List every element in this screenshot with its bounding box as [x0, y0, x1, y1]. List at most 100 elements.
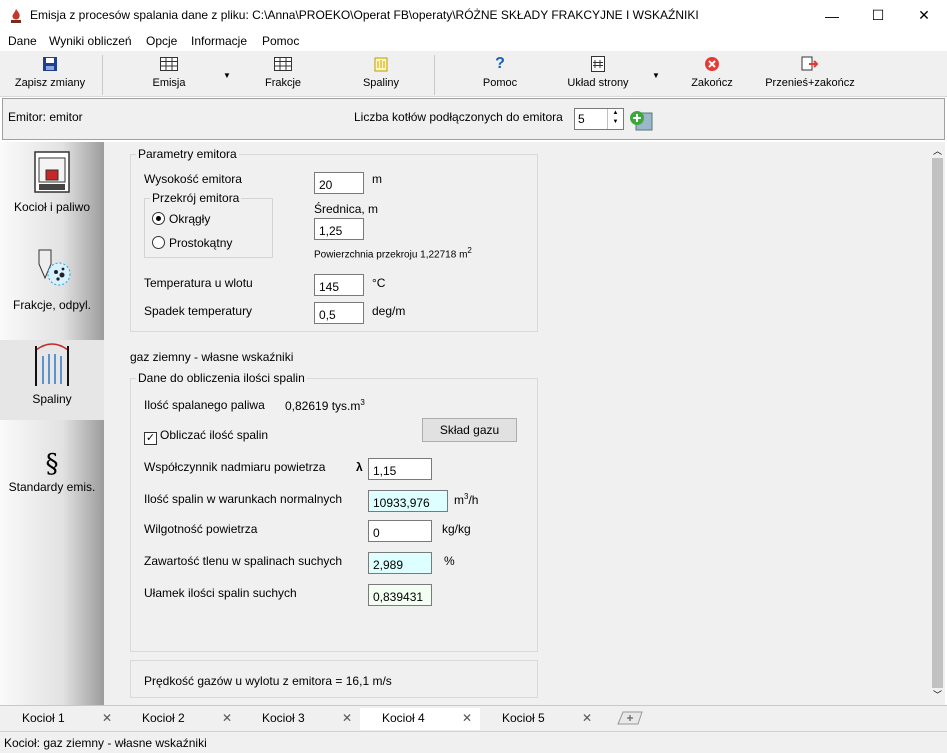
menu-pomoc[interactable]: Pomoc: [262, 34, 299, 48]
page-layout-button[interactable]: Układ strony: [560, 55, 636, 95]
round-radio[interactable]: [152, 212, 165, 225]
tab-boiler-3[interactable]: Kocioł 3 ✕: [240, 708, 360, 730]
frakcje-button[interactable]: Frakcje: [252, 55, 314, 95]
exit-button[interactable]: Zakończ: [684, 55, 740, 95]
height-label: Wysokość emitora: [144, 172, 242, 186]
menu-informacje[interactable]: Informacje: [191, 34, 247, 48]
tab-close-icon[interactable]: ✕: [342, 711, 352, 725]
tab-boiler-4[interactable]: Kocioł 4 ✕: [360, 708, 480, 730]
nav-exhaust[interactable]: Spaliny: [0, 340, 104, 420]
status-text: Kocioł: gaz ziemny - własne wskaźniki: [4, 736, 207, 750]
question-icon: ?: [495, 55, 505, 72]
menu-dane[interactable]: Dane: [8, 34, 37, 48]
compute-exhaust-checkbox[interactable]: ✓: [144, 432, 157, 445]
menu-wyniki[interactable]: Wyniki obliczeń: [49, 34, 132, 48]
humidity-input[interactable]: [368, 520, 432, 542]
menu-bar: Dane Wyniki obliczeń Opcje Informacje Po…: [0, 31, 947, 51]
move-and-exit-label: Przenieś+zakończ: [765, 77, 855, 89]
excess-air-input[interactable]: [368, 458, 432, 480]
boilers-count-label: Liczba kotłów podłączonych do emitora: [354, 110, 563, 124]
maximize-icon: ☐: [871, 7, 885, 23]
nav-label: Standardy emis.: [8, 480, 96, 494]
layout-dropdown-icon[interactable]: ▼: [652, 71, 660, 80]
temp-drop-input[interactable]: [314, 302, 364, 324]
temp-drop-label: Spadek temperatury: [144, 304, 253, 318]
floppy-icon: [43, 57, 57, 71]
fuel-amount-value: 0,82619 tys.m3: [285, 398, 365, 413]
area-text: Powierzchnia przekroju 1,22718 m2: [314, 246, 472, 260]
nav-label: Frakcje, odpyl.: [12, 298, 92, 312]
exhaust-data-legend: Dane do obliczenia ilości spalin: [136, 371, 307, 385]
maximize-button[interactable]: ☐: [855, 0, 901, 31]
inlet-temp-unit: °C: [372, 276, 386, 290]
emisja-dropdown-icon[interactable]: ▼: [223, 71, 231, 80]
add-tab-icon[interactable]: [614, 711, 644, 725]
oxygen-output: [368, 552, 432, 574]
diameter-input[interactable]: [314, 218, 364, 240]
menu-opcje[interactable]: Opcje: [146, 34, 177, 48]
inlet-temp-input[interactable]: [314, 274, 364, 296]
tab-boiler-1[interactable]: Kocioł 1 ✕: [0, 708, 120, 730]
gas-composition-button[interactable]: Skład gazu: [422, 418, 517, 442]
boiler-tab-bar: Kocioł 1 ✕ Kocioł 2 ✕ Kocioł 3 ✕ Kocioł …: [0, 705, 947, 731]
rect-option[interactable]: Prostokątny: [152, 236, 232, 250]
nav-label: Kocioł i paliwo: [13, 200, 91, 214]
height-unit: m: [372, 172, 382, 186]
help-button[interactable]: ? Pomoc: [470, 55, 530, 95]
height-input[interactable]: [314, 172, 364, 194]
exit-label: Zakończ: [691, 77, 733, 89]
toolbar-separator: [434, 55, 435, 95]
oxygen-unit: %: [444, 554, 455, 568]
emitor-params-legend: Parametry emitora: [136, 147, 239, 161]
nav-emission-standards[interactable]: § Standardy emis.: [0, 450, 104, 510]
toolbar: Zapisz zmiany Emisja ▼ Frakcje Spaliny ?…: [0, 51, 947, 97]
oxygen-label: Zawartość tlenu w spalinach suchych: [144, 554, 343, 568]
status-bar: Kocioł: gaz ziemny - własne wskaźniki: [0, 731, 947, 753]
dry-fraction-output: [368, 584, 432, 606]
humidity-unit: kg/kg: [442, 522, 471, 536]
minimize-button[interactable]: —: [809, 0, 855, 31]
move-and-exit-button[interactable]: Przenieś+zakończ: [760, 55, 860, 95]
boilers-count-spinner[interactable]: ▲ ▼: [574, 108, 624, 130]
add-boiler-icon[interactable]: [629, 109, 653, 131]
scroll-up-icon[interactable]: ︿: [933, 144, 942, 157]
emisja-button[interactable]: Emisja: [138, 55, 200, 95]
scroll-thumb[interactable]: [932, 158, 943, 688]
tab-label: Kocioł 4: [382, 711, 425, 725]
compute-exhaust-label: Obliczać ilość spalin: [160, 428, 269, 442]
close-window-button[interactable]: ✕: [901, 0, 947, 31]
rect-radio[interactable]: [152, 236, 165, 249]
tab-boiler-2[interactable]: Kocioł 2 ✕: [120, 708, 240, 730]
nav-boiler-fuel[interactable]: Kocioł i paliwo: [0, 150, 104, 238]
close-icon: ✕: [918, 7, 930, 23]
window-title: Emisja z procesów spalania dane z pliku:…: [30, 8, 699, 22]
round-option[interactable]: Okrągły: [152, 212, 210, 226]
boilers-count-input[interactable]: [575, 109, 605, 129]
spaliny-button[interactable]: Spaliny: [350, 55, 412, 95]
app-flame-icon: [11, 9, 21, 23]
exhaust-flow-icon: [35, 343, 69, 386]
tab-close-icon[interactable]: ✕: [222, 711, 232, 725]
spin-up-icon[interactable]: ▲: [608, 109, 623, 118]
vertical-scrollbar[interactable]: ︿ ﹀: [930, 142, 945, 705]
compute-exhaust-option[interactable]: ✓ Obliczać ilość spalin: [144, 428, 268, 445]
tab-close-icon[interactable]: ✕: [582, 711, 592, 725]
spin-down-icon[interactable]: ▼: [608, 118, 623, 127]
spinner-arrows[interactable]: ▲ ▼: [607, 109, 623, 129]
frakcje-label: Frakcje: [264, 77, 302, 89]
scroll-down-icon[interactable]: ﹀: [933, 688, 942, 701]
area-unit-sup: 2: [467, 246, 472, 255]
tab-close-icon[interactable]: ✕: [462, 711, 472, 725]
tab-close-icon[interactable]: ✕: [102, 711, 112, 725]
nav-fractions[interactable]: Frakcje, odpyl.: [0, 248, 104, 336]
nav-label: Spaliny: [32, 392, 72, 406]
save-label: Zapisz zmiany: [14, 77, 86, 89]
cross-section-legend: Przekrój emitora: [150, 191, 242, 205]
tab-label: Kocioł 3: [262, 711, 305, 725]
save-button[interactable]: Zapisz zmiany: [8, 55, 92, 95]
fuel-amount-number: 0,82619 tys.m: [285, 399, 361, 413]
boiler-icon: [34, 151, 70, 193]
content-panel: Parametry emitora Wysokość emitora m Prz…: [104, 142, 930, 705]
tab-boiler-5[interactable]: Kocioł 5 ✕: [480, 708, 600, 730]
table-icon: [160, 57, 178, 71]
